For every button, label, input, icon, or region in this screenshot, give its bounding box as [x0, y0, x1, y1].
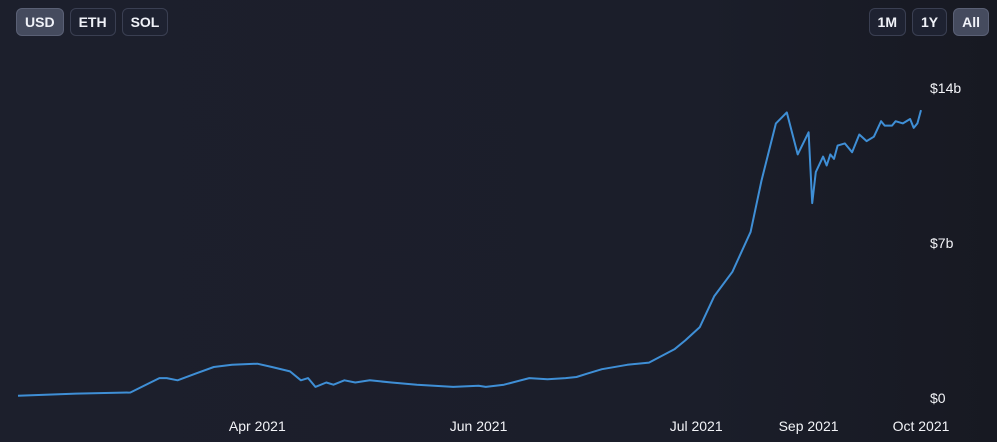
x-tick-label: Sep 2021 [779, 418, 839, 434]
y-tick-label: $0 [930, 390, 946, 406]
x-tick-label: Jun 2021 [450, 418, 508, 434]
line-chart: $0 $7b $14b Apr 2021 Jun 2021 Jul 2021 Sep 20… [17, 80, 961, 434]
y-tick-label: $14b [930, 80, 961, 96]
x-tick-label: Apr 2021 [229, 418, 286, 434]
x-tick-label: Jul 2021 [670, 418, 723, 434]
series-line [17, 109, 922, 397]
y-tick-label: $7b [930, 235, 954, 251]
x-tick-label: Oct 2021 [893, 418, 950, 434]
